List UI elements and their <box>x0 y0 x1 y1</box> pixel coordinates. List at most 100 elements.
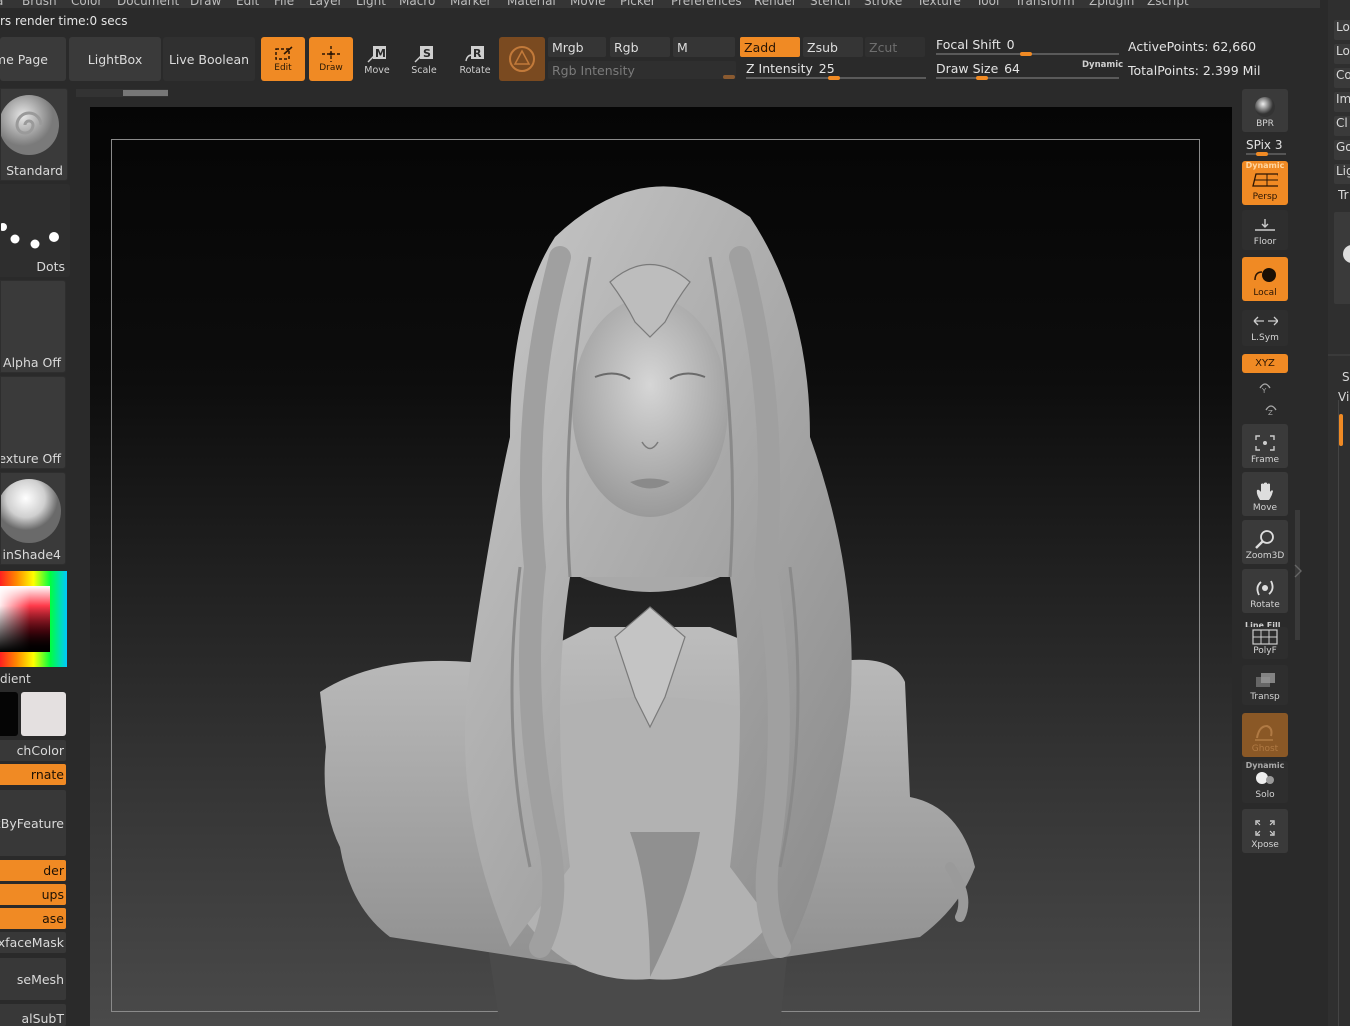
import-button[interactable]: Im <box>1334 92 1350 112</box>
focal-shift-slider[interactable]: Focal Shift 0 <box>936 37 1119 57</box>
zcut-button[interactable]: Zcut <box>865 37 925 57</box>
rotate-button[interactable]: R Rotate <box>456 40 494 80</box>
menu-layer[interactable]: Layer <box>309 0 342 8</box>
subtool-scroll-indicator[interactable] <box>1339 414 1343 446</box>
rotate-z-icon[interactable]: Z <box>1263 402 1279 417</box>
tool-thumbnail[interactable] <box>1334 212 1350 304</box>
draw-size-knob[interactable] <box>976 76 988 80</box>
menu-marker[interactable]: Marker <box>450 0 491 8</box>
rgb-button[interactable]: Rgb <box>610 37 670 57</box>
menu-draw[interactable]: Draw <box>190 0 221 8</box>
dynamic-toggle[interactable]: Dynamic <box>1082 60 1123 70</box>
solo-button[interactable]: Dynamic Solo <box>1242 761 1288 803</box>
live-boolean-button[interactable]: Live Boolean <box>163 37 255 81</box>
color-square[interactable] <box>0 586 50 652</box>
polyframe-grid-icon <box>1252 629 1278 645</box>
menu-color[interactable]: Color <box>71 0 102 8</box>
menu-zplugin[interactable]: Zplugin <box>1089 0 1134 8</box>
draw-button[interactable]: Draw <box>309 37 353 81</box>
menu-edit[interactable]: Edit <box>236 0 259 8</box>
menu-light[interactable]: Light <box>356 0 386 8</box>
spix-knob[interactable] <box>1256 152 1268 156</box>
scroll-thumb[interactable] <box>123 90 168 96</box>
lightbox-tools-button[interactable]: Lig <box>1334 164 1350 184</box>
alternate-toggle[interactable]: rnate <box>0 764 66 785</box>
backface-mask-toggle[interactable]: xfaceMask <box>0 932 66 953</box>
brush-picker[interactable]: Standard <box>0 88 68 181</box>
stroke-picker[interactable]: Dots <box>0 184 70 277</box>
scale-button[interactable]: S Scale <box>406 40 442 80</box>
local-button[interactable]: Local <box>1242 257 1288 301</box>
focal-shift-knob[interactable] <box>1020 52 1032 56</box>
floor-button[interactable]: Floor <box>1242 210 1288 250</box>
home-page-button[interactable]: me Page <box>0 37 66 81</box>
menu-picker[interactable]: Picker <box>620 0 656 8</box>
crease-toggle[interactable]: ase <box>0 908 66 929</box>
material-sphere-button[interactable] <box>499 37 545 81</box>
zadd-button[interactable]: Zadd <box>740 37 800 57</box>
menu-item[interactable]: a <box>0 0 3 8</box>
copy-tool-button[interactable]: Co <box>1334 68 1350 88</box>
goz-button[interactable]: Go <box>1334 140 1350 160</box>
border-toggle[interactable]: der <box>0 860 66 881</box>
mask-by-feature-button[interactable]: kByFeature <box>0 790 66 856</box>
menu-material[interactable]: Material <box>507 0 556 8</box>
switch-color-button[interactable]: chColor <box>0 740 66 761</box>
sculpt-bust-model[interactable] <box>90 107 1232 1026</box>
secondary-color-swatch[interactable] <box>0 692 18 736</box>
polyf-button[interactable]: PolyF <box>1242 627 1288 659</box>
rgb-intensity-slider[interactable]: Rgb Intensity <box>548 61 736 79</box>
material-picker[interactable]: inShade4 <box>0 472 66 565</box>
zoom3d-button[interactable]: Zoom3D <box>1242 520 1288 564</box>
z-intensity-slider[interactable]: Z Intensity 25 <box>746 61 926 81</box>
xpose-button[interactable]: Xpose <box>1242 809 1288 853</box>
m-button[interactable]: M <box>673 37 735 57</box>
menu-transform[interactable]: Transform <box>1015 0 1075 8</box>
spix-slider[interactable]: SPix 3 <box>1246 138 1283 152</box>
clone-button[interactable]: Cl <box>1334 116 1350 136</box>
load-tool-button[interactable]: Lo <box>1334 20 1350 40</box>
menu-document[interactable]: Document <box>117 0 179 8</box>
subdivide-button[interactable]: alSubT <box>0 1004 66 1026</box>
menu-zscript[interactable]: Zscript <box>1147 0 1189 8</box>
viewport-canvas[interactable] <box>90 107 1232 1026</box>
rgb-intensity-label: Rgb Intensity <box>552 62 635 78</box>
menu-texture[interactable]: Texture <box>917 0 961 8</box>
z-intensity-knob[interactable] <box>828 76 840 80</box>
bpr-button[interactable]: BPR <box>1242 89 1288 132</box>
persp-button[interactable]: Dynamic Persp <box>1242 161 1288 205</box>
ghost-button[interactable]: Ghost <box>1242 713 1288 757</box>
move-view-button[interactable]: Move <box>1242 472 1288 516</box>
xyz-button[interactable]: XYZ <box>1242 354 1288 373</box>
load-tools-button[interactable]: Lo <box>1334 44 1350 64</box>
edit-button[interactable]: Edit <box>261 37 305 81</box>
lightbox-button[interactable]: LightBox <box>69 37 161 81</box>
menu-stroke[interactable]: Stroke <box>864 0 902 8</box>
menu-movie[interactable]: Movie <box>570 0 606 8</box>
groups-toggle[interactable]: ups <box>0 884 66 905</box>
menu-tool[interactable]: Tool <box>976 0 999 8</box>
menu-preferences[interactable]: Preferences <box>671 0 742 8</box>
gradient-label: dient <box>0 672 31 686</box>
subtool-header[interactable]: S <box>1342 370 1350 384</box>
move-button[interactable]: M Move <box>359 40 395 80</box>
zsub-button[interactable]: Zsub <box>803 37 863 57</box>
rotate-view-button[interactable]: Rotate <box>1242 569 1288 613</box>
menu-file[interactable]: File <box>274 0 294 8</box>
mrgb-button[interactable]: Mrgb <box>548 37 606 57</box>
canvas-scrollbar[interactable] <box>76 89 168 97</box>
lsym-button[interactable]: L.Sym <box>1242 310 1288 346</box>
close-mesh-button[interactable]: seMesh <box>0 958 66 1000</box>
texture-picker[interactable]: Texture Off <box>0 376 66 469</box>
transp-button[interactable]: Transp <box>1242 665 1288 705</box>
collapse-arrow-icon[interactable] <box>1294 563 1302 579</box>
menu-stencil[interactable]: Stencil <box>810 0 851 8</box>
menu-brush[interactable]: Brush <box>22 0 57 8</box>
alpha-picker[interactable]: Alpha Off <box>0 280 66 373</box>
primary-color-swatch[interactable] <box>21 692 66 736</box>
color-picker[interactable] <box>0 571 67 667</box>
menu-macro[interactable]: Macro <box>399 0 435 8</box>
rotate-y-icon[interactable]: Y <box>1257 380 1273 395</box>
frame-button[interactable]: Frame <box>1242 424 1288 468</box>
menu-render[interactable]: Render <box>754 0 797 8</box>
